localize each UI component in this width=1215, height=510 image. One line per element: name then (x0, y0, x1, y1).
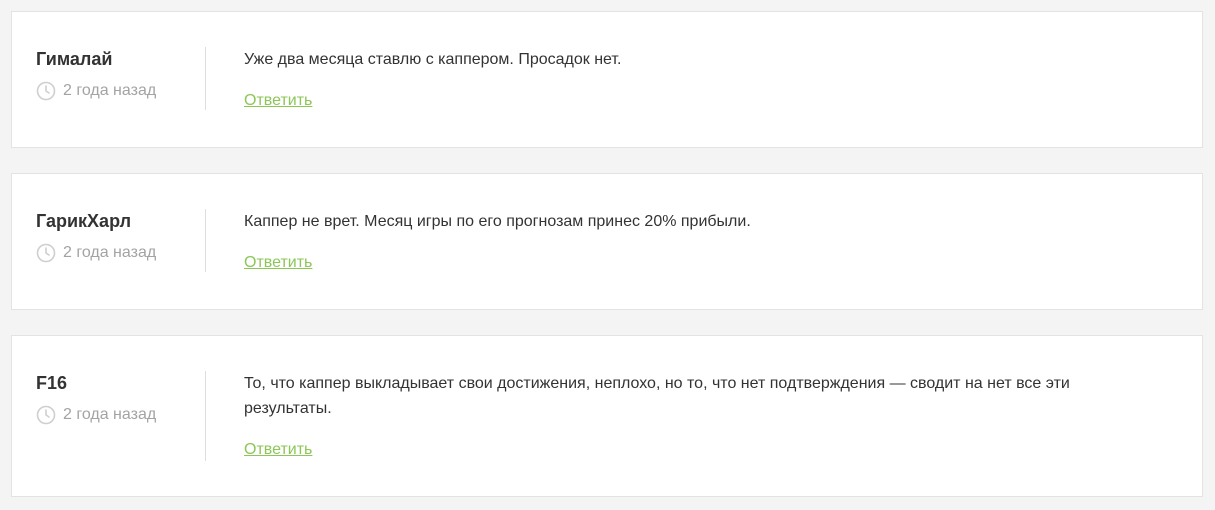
divider (205, 371, 206, 461)
comment-time-label: 2 года назад (63, 406, 157, 423)
comment-meta: F16 2 года назад (36, 371, 206, 425)
clock-icon (36, 81, 56, 101)
comment-time: 2 года назад (36, 81, 206, 101)
comment-time-label: 2 года назад (63, 82, 157, 99)
comment-meta: Гималай 2 года назад (36, 47, 206, 101)
clock-icon (36, 243, 56, 263)
comment-time: 2 года назад (36, 243, 206, 263)
comment-text: Уже два месяца ставлю с каппером. Просад… (244, 51, 622, 68)
reply-link[interactable]: Ответить (244, 440, 312, 460)
comment-text: Каппер не врет. Месяц игры по его прогно… (244, 213, 751, 230)
clock-icon (36, 405, 56, 425)
comment-card: F16 2 года назад То, что каппер выкладыв… (11, 335, 1203, 497)
comment-text: То, что каппер выкладывает свои достижен… (244, 375, 1070, 417)
divider (205, 209, 206, 272)
divider (205, 47, 206, 110)
comment-author: ГарикХарл (36, 211, 132, 231)
comment-card: Гималай 2 года назад Уже два месяца став… (11, 11, 1203, 148)
comment-body: То, что каппер выкладывает свои достижен… (244, 371, 1144, 460)
comment-card: ГарикХарл 2 года назад Каппер не врет. М… (11, 173, 1203, 310)
reply-link[interactable]: Ответить (244, 253, 312, 273)
comment-author: Гималай (36, 49, 113, 69)
comment-time: 2 года назад (36, 405, 206, 425)
comment-body: Уже два месяца ставлю с каппером. Просад… (244, 47, 1144, 111)
comment-meta: ГарикХарл 2 года назад (36, 209, 206, 263)
reply-link[interactable]: Ответить (244, 91, 312, 111)
comment-author: F16 (36, 373, 68, 393)
comment-time-label: 2 года назад (63, 244, 157, 261)
comment-body: Каппер не врет. Месяц игры по его прогно… (244, 209, 1144, 273)
